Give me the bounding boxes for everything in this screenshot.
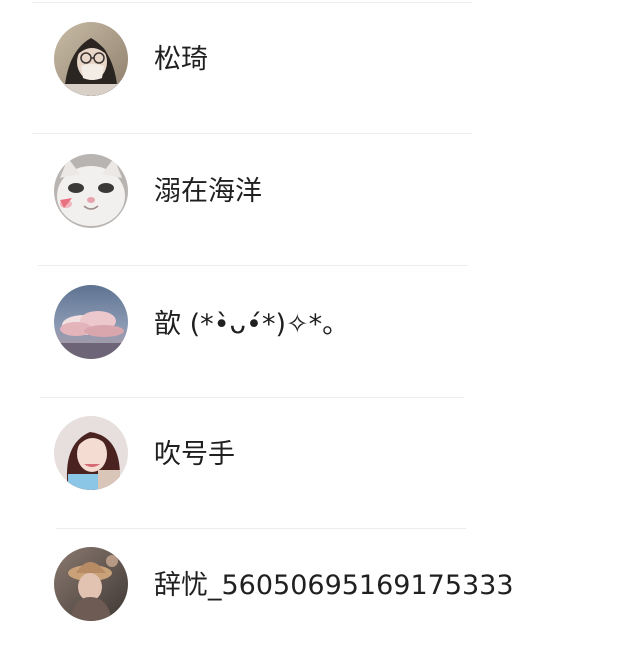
avatar-white-cat-icon	[54, 154, 128, 228]
contact-name: 歆 (*•̀ᴗ•́*)✧*。	[154, 309, 350, 340]
contact-name: 辞忧_56050695169175333	[154, 570, 514, 601]
avatar-girl-with-mask-glasses-icon	[54, 22, 128, 96]
contact-row[interactable]: 松琦	[0, 0, 640, 131]
contact-list: 松琦 溺在海洋 歆 (*•̀ᴗ•́*)✧*。 吹号手 辞忧_5605069516…	[0, 0, 640, 651]
contact-row[interactable]: 溺在海洋	[0, 131, 640, 262]
avatar-person-with-hat-icon	[54, 547, 128, 621]
contact-row[interactable]: 歆 (*•̀ᴗ•́*)✧*。	[0, 262, 640, 393]
avatar-smiling-girl-photo-icon	[54, 416, 128, 490]
avatar-pink-clouds-sky-icon	[54, 285, 128, 359]
contact-name: 松琦	[154, 44, 208, 75]
contact-name: 吹号手	[154, 439, 235, 470]
contact-name: 溺在海洋	[154, 176, 262, 207]
contact-row[interactable]: 辞忧_56050695169175333	[0, 524, 640, 655]
contact-row[interactable]: 吹号手	[0, 393, 640, 524]
